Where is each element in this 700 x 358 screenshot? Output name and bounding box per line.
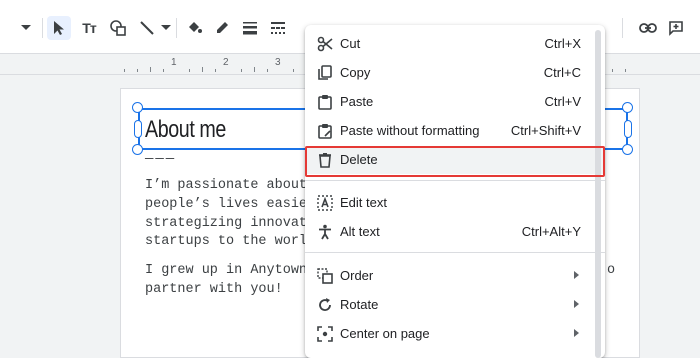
border-color-icon[interactable] xyxy=(210,16,234,40)
resize-handle[interactable] xyxy=(132,144,143,155)
ruler-tick xyxy=(612,69,613,72)
ruler-tick xyxy=(137,69,138,72)
ruler-tick xyxy=(625,69,626,72)
menu-item-label: Paste without formatting xyxy=(340,123,480,138)
ruler-tick xyxy=(202,67,203,72)
resize-handle[interactable] xyxy=(622,102,633,113)
resize-handle[interactable] xyxy=(622,144,633,155)
menu-item-edit-text[interactable]: Edit text xyxy=(305,189,605,217)
menu-item-alt-text[interactable]: Alt text Ctrl+Alt+Y xyxy=(305,218,605,246)
context-menu: Cut Ctrl+X Copy Ctrl+C Paste Ctrl+V Past… xyxy=(305,25,605,358)
ruler-tick xyxy=(267,69,268,72)
menu-item-label: Cut xyxy=(340,36,361,51)
menu-item-copy[interactable]: Copy Ctrl+C xyxy=(305,59,605,87)
body-text-line: I’m passionate about xyxy=(145,178,308,193)
border-weight-icon[interactable] xyxy=(238,16,262,40)
menu-item-paste-without-formatting[interactable]: Paste without formatting Ctrl+Shift+V xyxy=(305,117,605,145)
select-arrow-icon[interactable] xyxy=(47,16,71,40)
ruler-tick xyxy=(254,67,255,72)
accessibility-icon xyxy=(316,223,334,241)
title-divider: ——— xyxy=(145,151,177,167)
menu-item-shortcut: Ctrl+X xyxy=(544,36,581,51)
shape-icon[interactable] xyxy=(106,16,130,40)
submenu-arrow-icon xyxy=(574,329,579,337)
body-text-line: partner with you! xyxy=(145,282,283,297)
menu-item-shortcut: Ctrl+Shift+V xyxy=(510,123,581,138)
ruler-tick xyxy=(189,69,190,72)
comment-icon[interactable] xyxy=(664,16,688,40)
ruler-number: 3 xyxy=(275,57,281,68)
toolbar-divider xyxy=(176,18,177,38)
edit-text-icon xyxy=(316,194,334,212)
clipboard-format-icon xyxy=(316,122,334,140)
delete-highlight-box xyxy=(305,146,605,177)
ruler-tick xyxy=(215,69,216,72)
submenu-arrow-icon xyxy=(574,271,579,279)
text-tool-label: Tт xyxy=(82,20,96,36)
toolbar-divider xyxy=(622,18,623,38)
rotate-icon xyxy=(316,296,334,314)
ruler-tick xyxy=(293,69,294,72)
ruler-tick xyxy=(241,69,242,72)
menu-item-label: Copy xyxy=(340,65,371,80)
copy-icon xyxy=(316,64,334,82)
body-text-line: strategizing innovat xyxy=(145,216,308,231)
resize-handle[interactable] xyxy=(624,120,632,138)
link-icon[interactable] xyxy=(636,16,660,40)
ruler-tick xyxy=(163,69,164,72)
body-text-line: startups to the worl xyxy=(145,234,308,249)
menu-item-label: Rotate xyxy=(340,297,379,312)
menu-item-label: Edit text xyxy=(340,195,387,210)
ruler-tick xyxy=(150,67,151,72)
menu-item-label: Paste xyxy=(340,94,374,109)
menu-item-paste[interactable]: Paste Ctrl+V xyxy=(305,88,605,116)
menu-divider xyxy=(305,180,605,181)
slide-title: About me xyxy=(145,116,226,143)
body-text-line: people’s lives easie xyxy=(145,197,308,212)
fill-color-icon[interactable] xyxy=(182,16,206,40)
toolbar-divider xyxy=(42,18,43,38)
menu-item-shortcut: Ctrl+C xyxy=(543,65,581,80)
menu-item-order[interactable]: Order xyxy=(305,262,605,290)
body-text-line: I grew up in Anytown, xyxy=(145,263,316,278)
body-text-fragment: o xyxy=(607,263,616,278)
menu-item-label: Alt text xyxy=(340,224,380,239)
chevron-down-icon[interactable] xyxy=(14,16,38,40)
menu-item-center-on-page[interactable]: Center on page xyxy=(305,320,605,348)
menu-scrollbar[interactable] xyxy=(595,30,601,358)
ruler-number: 2 xyxy=(223,57,229,68)
menu-item-cut[interactable]: Cut Ctrl+X xyxy=(305,30,605,58)
menu-item-label: Center on page xyxy=(340,326,430,341)
clipboard-icon xyxy=(316,93,334,111)
ruler-number: 1 xyxy=(171,57,177,68)
order-icon xyxy=(316,267,334,285)
menu-item-label: Order xyxy=(340,268,374,283)
resize-handle[interactable] xyxy=(132,102,143,113)
line-dropdown-icon[interactable] xyxy=(154,16,178,40)
scissors-icon xyxy=(316,35,334,53)
resize-handle[interactable] xyxy=(134,120,142,138)
menu-item-shortcut: Ctrl+V xyxy=(544,94,581,109)
ruler-tick xyxy=(124,69,125,72)
border-dash-icon[interactable] xyxy=(266,16,290,40)
menu-item-shortcut: Ctrl+Alt+Y xyxy=(521,224,581,239)
text-box-icon[interactable]: Tт xyxy=(77,16,101,40)
submenu-arrow-icon xyxy=(574,300,579,308)
menu-item-rotate[interactable]: Rotate xyxy=(305,291,605,319)
menu-divider xyxy=(305,252,605,253)
center-icon xyxy=(316,325,334,343)
